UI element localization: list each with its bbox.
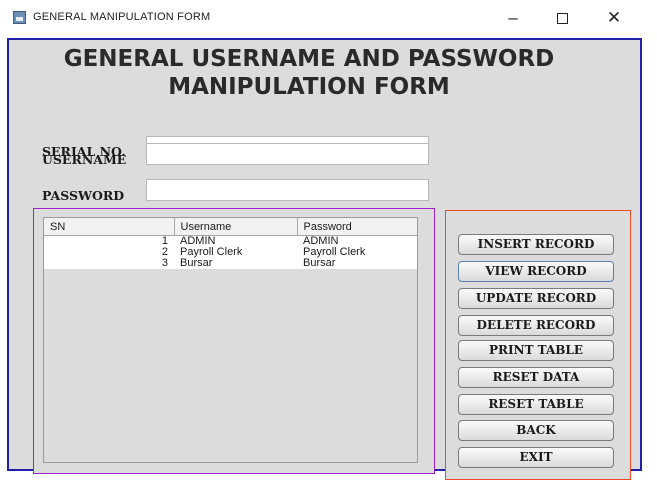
cell-sn[interactable]: 2 bbox=[44, 247, 174, 258]
table-panel: SN Username Password 1 ADMIN ADMIN 2 Pay… bbox=[33, 208, 435, 474]
username-input[interactable] bbox=[146, 143, 429, 165]
back-button[interactable]: BACK bbox=[458, 420, 614, 441]
password-input[interactable] bbox=[146, 179, 429, 201]
heading-line-1: GENERAL USERNAME AND PASSWORD bbox=[63, 46, 555, 72]
cell-username[interactable]: Bursar bbox=[174, 258, 297, 269]
delete-record-button[interactable]: DELETE RECORD bbox=[458, 315, 614, 336]
table-row[interactable]: 3 Bursar Bursar bbox=[44, 258, 417, 269]
view-record-button[interactable]: VIEW RECORD bbox=[458, 261, 614, 282]
column-header-username[interactable]: Username bbox=[174, 218, 298, 236]
records-table-scrollpane[interactable]: SN Username Password 1 ADMIN ADMIN 2 Pay… bbox=[43, 217, 418, 463]
print-table-button[interactable]: PRINT TABLE bbox=[458, 340, 614, 361]
table-header-row: SN Username Password bbox=[44, 218, 417, 236]
title-bar[interactable]: GENERAL MANIPULATION FORM – ✕ bbox=[0, 0, 657, 36]
form-heading: GENERAL USERNAME AND PASSWORD MANIPULATI… bbox=[9, 45, 609, 101]
update-record-button[interactable]: UPDATE RECORD bbox=[458, 288, 614, 309]
minimize-button[interactable]: – bbox=[493, 5, 533, 31]
window-title: GENERAL MANIPULATION FORM bbox=[33, 11, 211, 23]
table-row[interactable]: 2 Payroll Clerk Payroll Clerk bbox=[44, 247, 417, 258]
button-panel: INSERT RECORD VIEW RECORD UPDATE RECORD … bbox=[445, 210, 631, 480]
password-label: PASSWORD bbox=[42, 188, 125, 203]
close-button[interactable]: ✕ bbox=[594, 5, 634, 31]
cell-sn[interactable]: 1 bbox=[44, 235, 174, 247]
reset-table-button[interactable]: RESET TABLE bbox=[458, 394, 614, 415]
maximize-button[interactable] bbox=[542, 5, 582, 31]
insert-record-button[interactable]: INSERT RECORD bbox=[458, 234, 614, 255]
heading-line-2: MANIPULATION FORM bbox=[168, 74, 450, 100]
app-icon bbox=[13, 11, 26, 24]
cell-password[interactable]: Bursar bbox=[297, 258, 417, 269]
cell-sn[interactable]: 3 bbox=[44, 258, 174, 269]
maximize-icon bbox=[556, 13, 568, 25]
column-header-password[interactable]: Password bbox=[297, 218, 417, 236]
exit-button[interactable]: EXIT bbox=[458, 447, 614, 468]
reset-data-button[interactable]: RESET DATA bbox=[458, 367, 614, 388]
username-label: USERNAME bbox=[42, 152, 127, 167]
records-table[interactable]: SN Username Password 1 ADMIN ADMIN 2 Pay… bbox=[44, 218, 417, 269]
column-header-sn[interactable]: SN bbox=[44, 218, 175, 236]
form-frame: GENERAL USERNAME AND PASSWORD MANIPULATI… bbox=[7, 38, 642, 480]
